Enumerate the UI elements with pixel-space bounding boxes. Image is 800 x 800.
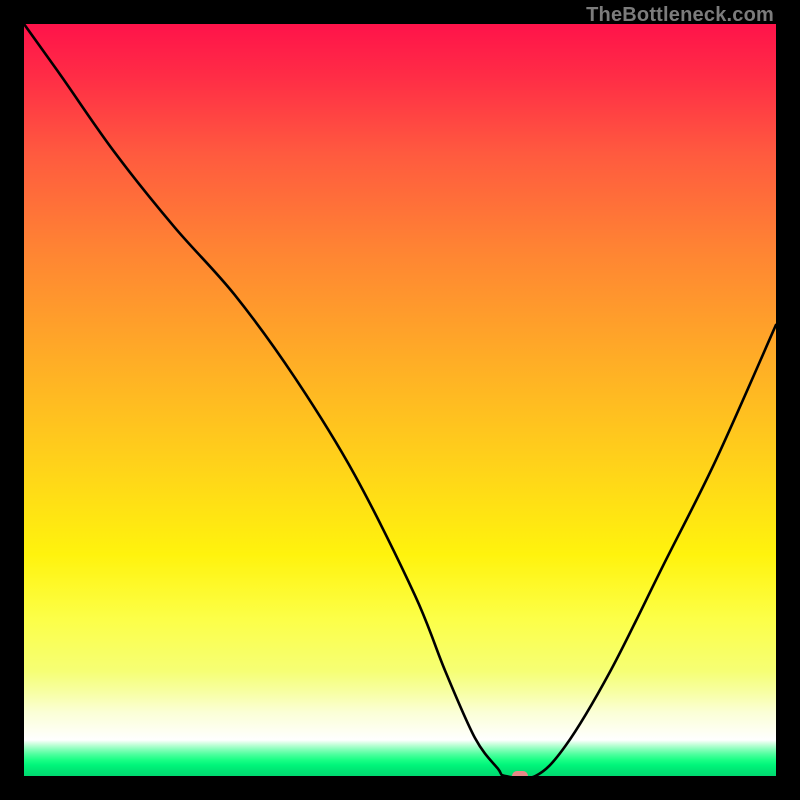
plot-area <box>24 24 776 776</box>
background-gradient-lower <box>24 671 776 740</box>
chart-container: TheBottleneck.com <box>0 0 800 800</box>
background-gradient-upper <box>24 24 776 671</box>
background-green-band <box>24 740 776 776</box>
